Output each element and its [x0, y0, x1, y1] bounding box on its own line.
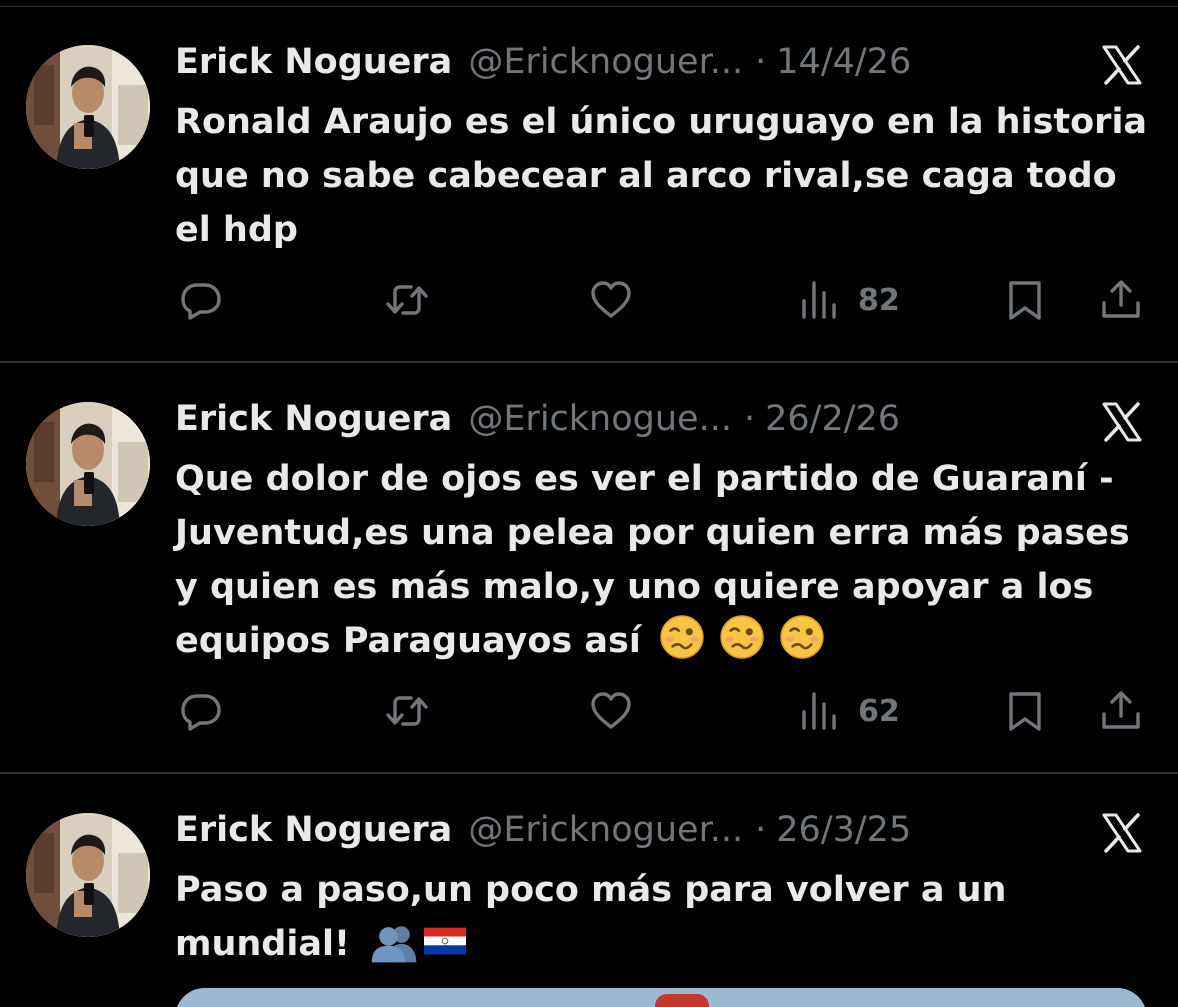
share-button[interactable]: [1098, 686, 1144, 736]
media-preview[interactable]: [175, 988, 1147, 1007]
retweet-button[interactable]: [384, 275, 430, 325]
media-image: [175, 988, 1147, 1007]
views-icon: [798, 688, 844, 734]
avatar[interactable]: [26, 45, 150, 169]
tweet-text-content: Ronald Araujo es el único uruguayo en la…: [175, 102, 1148, 250]
views-button[interactable]: 62: [798, 686, 900, 736]
views-icon: [798, 277, 844, 323]
like-button[interactable]: [588, 686, 634, 736]
reply-icon: [178, 277, 224, 323]
x-logo-icon: [1098, 398, 1146, 446]
avatar[interactable]: [26, 402, 150, 526]
views-button[interactable]: 82: [798, 275, 900, 325]
retweet-button[interactable]: [384, 686, 430, 736]
tweet-text: Ronald Araujo es el único uruguayo en la…: [175, 95, 1155, 257]
tweet-header: Erick Noguera @Ericknoguer... · 14/4/26: [175, 39, 911, 85]
views-count: 62: [858, 693, 900, 729]
bookmark-icon: [1002, 688, 1048, 734]
woozy-face-emoji-icon: [779, 614, 825, 660]
like-icon: [588, 277, 634, 323]
reply-button[interactable]: [178, 275, 224, 325]
woozy-face-emoji-icon: [659, 614, 705, 660]
tweet[interactable]: Erick Noguera @Ericknogue... · 26/2/26 Q…: [0, 364, 1178, 774]
x-logo-icon: [1098, 41, 1146, 89]
x-logo-icon: [1098, 809, 1146, 857]
author-handle[interactable]: @Ericknogue...: [468, 399, 732, 439]
tweet-text-content: Que dolor de ojos es ver el partido de G…: [175, 459, 1130, 661]
busts-in-silhouette-emoji-icon: [368, 921, 420, 963]
reply-button[interactable]: [178, 686, 224, 736]
author-handle[interactable]: @Ericknoguer...: [468, 810, 743, 850]
tweet-actions: 82: [0, 275, 1178, 325]
retweet-icon: [384, 688, 430, 734]
tweet-divider: [0, 361, 1178, 363]
woozy-face-emoji-icon: [719, 614, 765, 660]
retweet-icon: [384, 277, 430, 323]
views-count: 82: [858, 282, 900, 318]
like-button[interactable]: [588, 275, 634, 325]
bookmark-button[interactable]: [1002, 275, 1048, 325]
share-icon: [1098, 277, 1144, 323]
tweet-header: Erick Noguera @Ericknogue... · 26/2/26: [175, 396, 900, 442]
author-name[interactable]: Erick Noguera: [175, 810, 452, 850]
author-handle[interactable]: @Ericknoguer...: [468, 42, 743, 82]
separator-dot: ·: [743, 399, 756, 439]
share-icon: [1098, 688, 1144, 734]
bookmark-button[interactable]: [1002, 686, 1048, 736]
tweet-actions: 62: [0, 686, 1178, 736]
tweet-feed: Erick Noguera @Ericknoguer... · 14/4/26 …: [0, 0, 1178, 1007]
author-name[interactable]: Erick Noguera: [175, 42, 452, 82]
share-button[interactable]: [1098, 275, 1144, 325]
tweet-text: Paso a paso,un poco más para volver a un…: [175, 863, 1155, 971]
avatar[interactable]: [26, 813, 150, 937]
tweet-date[interactable]: 26/3/25: [776, 810, 911, 850]
separator-dot: ·: [755, 42, 767, 82]
tweet-date[interactable]: 14/4/26: [776, 42, 911, 82]
reply-icon: [178, 688, 224, 734]
separator-dot: ·: [755, 810, 767, 850]
tweet-date[interactable]: 26/2/26: [765, 399, 900, 439]
tweet-text: Que dolor de ojos es ver el partido de G…: [175, 452, 1155, 668]
tweet-header: Erick Noguera @Ericknoguer... · 26/3/25: [175, 807, 911, 853]
bookmark-icon: [1002, 277, 1048, 323]
tweet[interactable]: Erick Noguera @Ericknoguer... · 14/4/26 …: [0, 7, 1178, 363]
like-icon: [588, 688, 634, 734]
flag-paraguay-emoji-icon: [424, 925, 466, 957]
tweet-divider: [0, 772, 1178, 774]
tweet-text-content: Paso a paso,un poco más para volver a un…: [175, 870, 1007, 964]
author-name[interactable]: Erick Noguera: [175, 399, 452, 439]
tweet[interactable]: Erick Noguera @Ericknoguer... · 26/3/25 …: [0, 775, 1178, 1007]
